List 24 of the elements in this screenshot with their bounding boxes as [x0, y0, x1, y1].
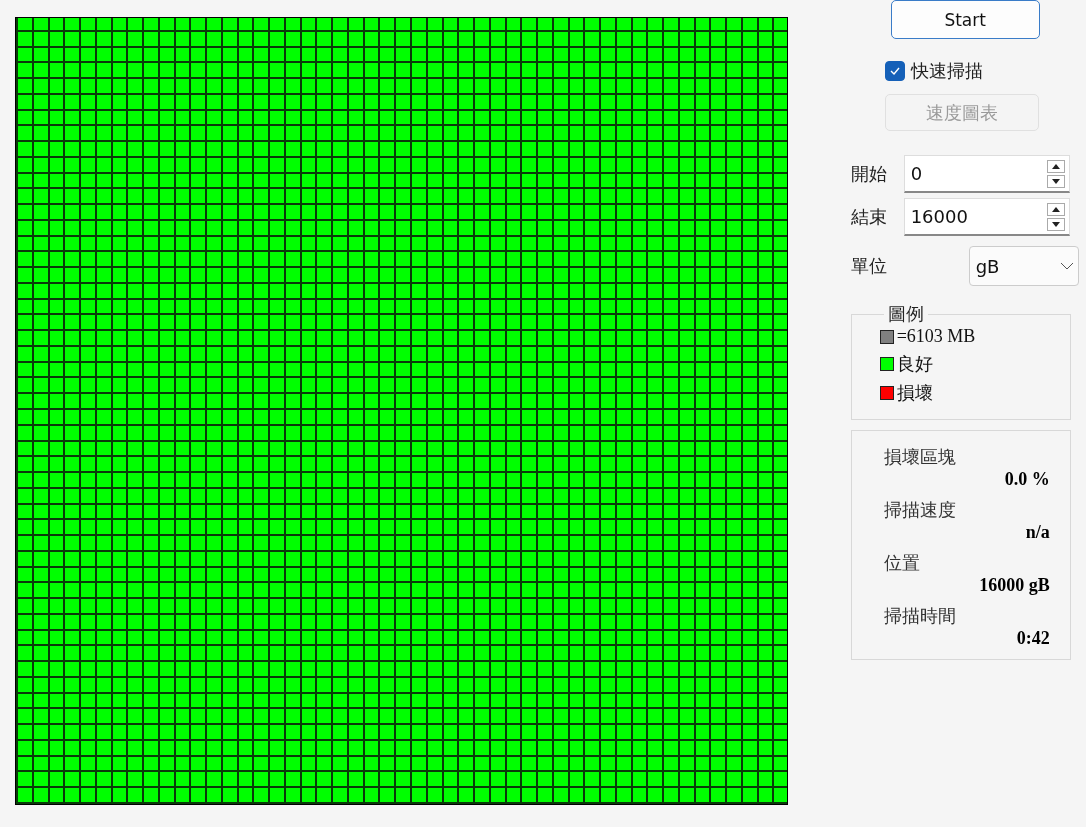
- start-button[interactable]: Start: [890, 0, 1040, 39]
- chevron-down-icon: [1059, 262, 1074, 270]
- field-label: 結束: [850, 205, 888, 229]
- unit-dropdown[interactable]: gB: [968, 246, 1079, 286]
- spin-box[interactable]: 16000: [903, 198, 1070, 236]
- stat-label: 損壞區塊: [883, 445, 957, 469]
- stat-value: 16000 gB: [979, 575, 1050, 596]
- number-input[interactable]: 0: [904, 162, 1043, 185]
- legend-label: 良好: [896, 353, 933, 376]
- field-label: 開始: [850, 162, 888, 186]
- legend-label: =6103 MB: [896, 326, 976, 347]
- legend-label: 損壞: [896, 382, 933, 405]
- stat-label: 掃描速度: [883, 498, 957, 522]
- stat-value: 0.0 %: [1004, 469, 1050, 490]
- legend-title: 圖例: [886, 302, 925, 326]
- quick-scan-checkbox[interactable]: 快速掃描: [884, 59, 1086, 83]
- spin-box[interactable]: 0: [903, 155, 1070, 193]
- stat-value: n/a: [1025, 522, 1050, 543]
- field-label: 單位: [850, 254, 888, 278]
- checkbox-icon[interactable]: [884, 61, 905, 81]
- stat-label: 掃描時間: [883, 604, 957, 628]
- stat-label: 位置: [883, 551, 921, 575]
- stat-value: 0:42: [1016, 628, 1050, 649]
- number-input[interactable]: 16000: [904, 205, 1043, 228]
